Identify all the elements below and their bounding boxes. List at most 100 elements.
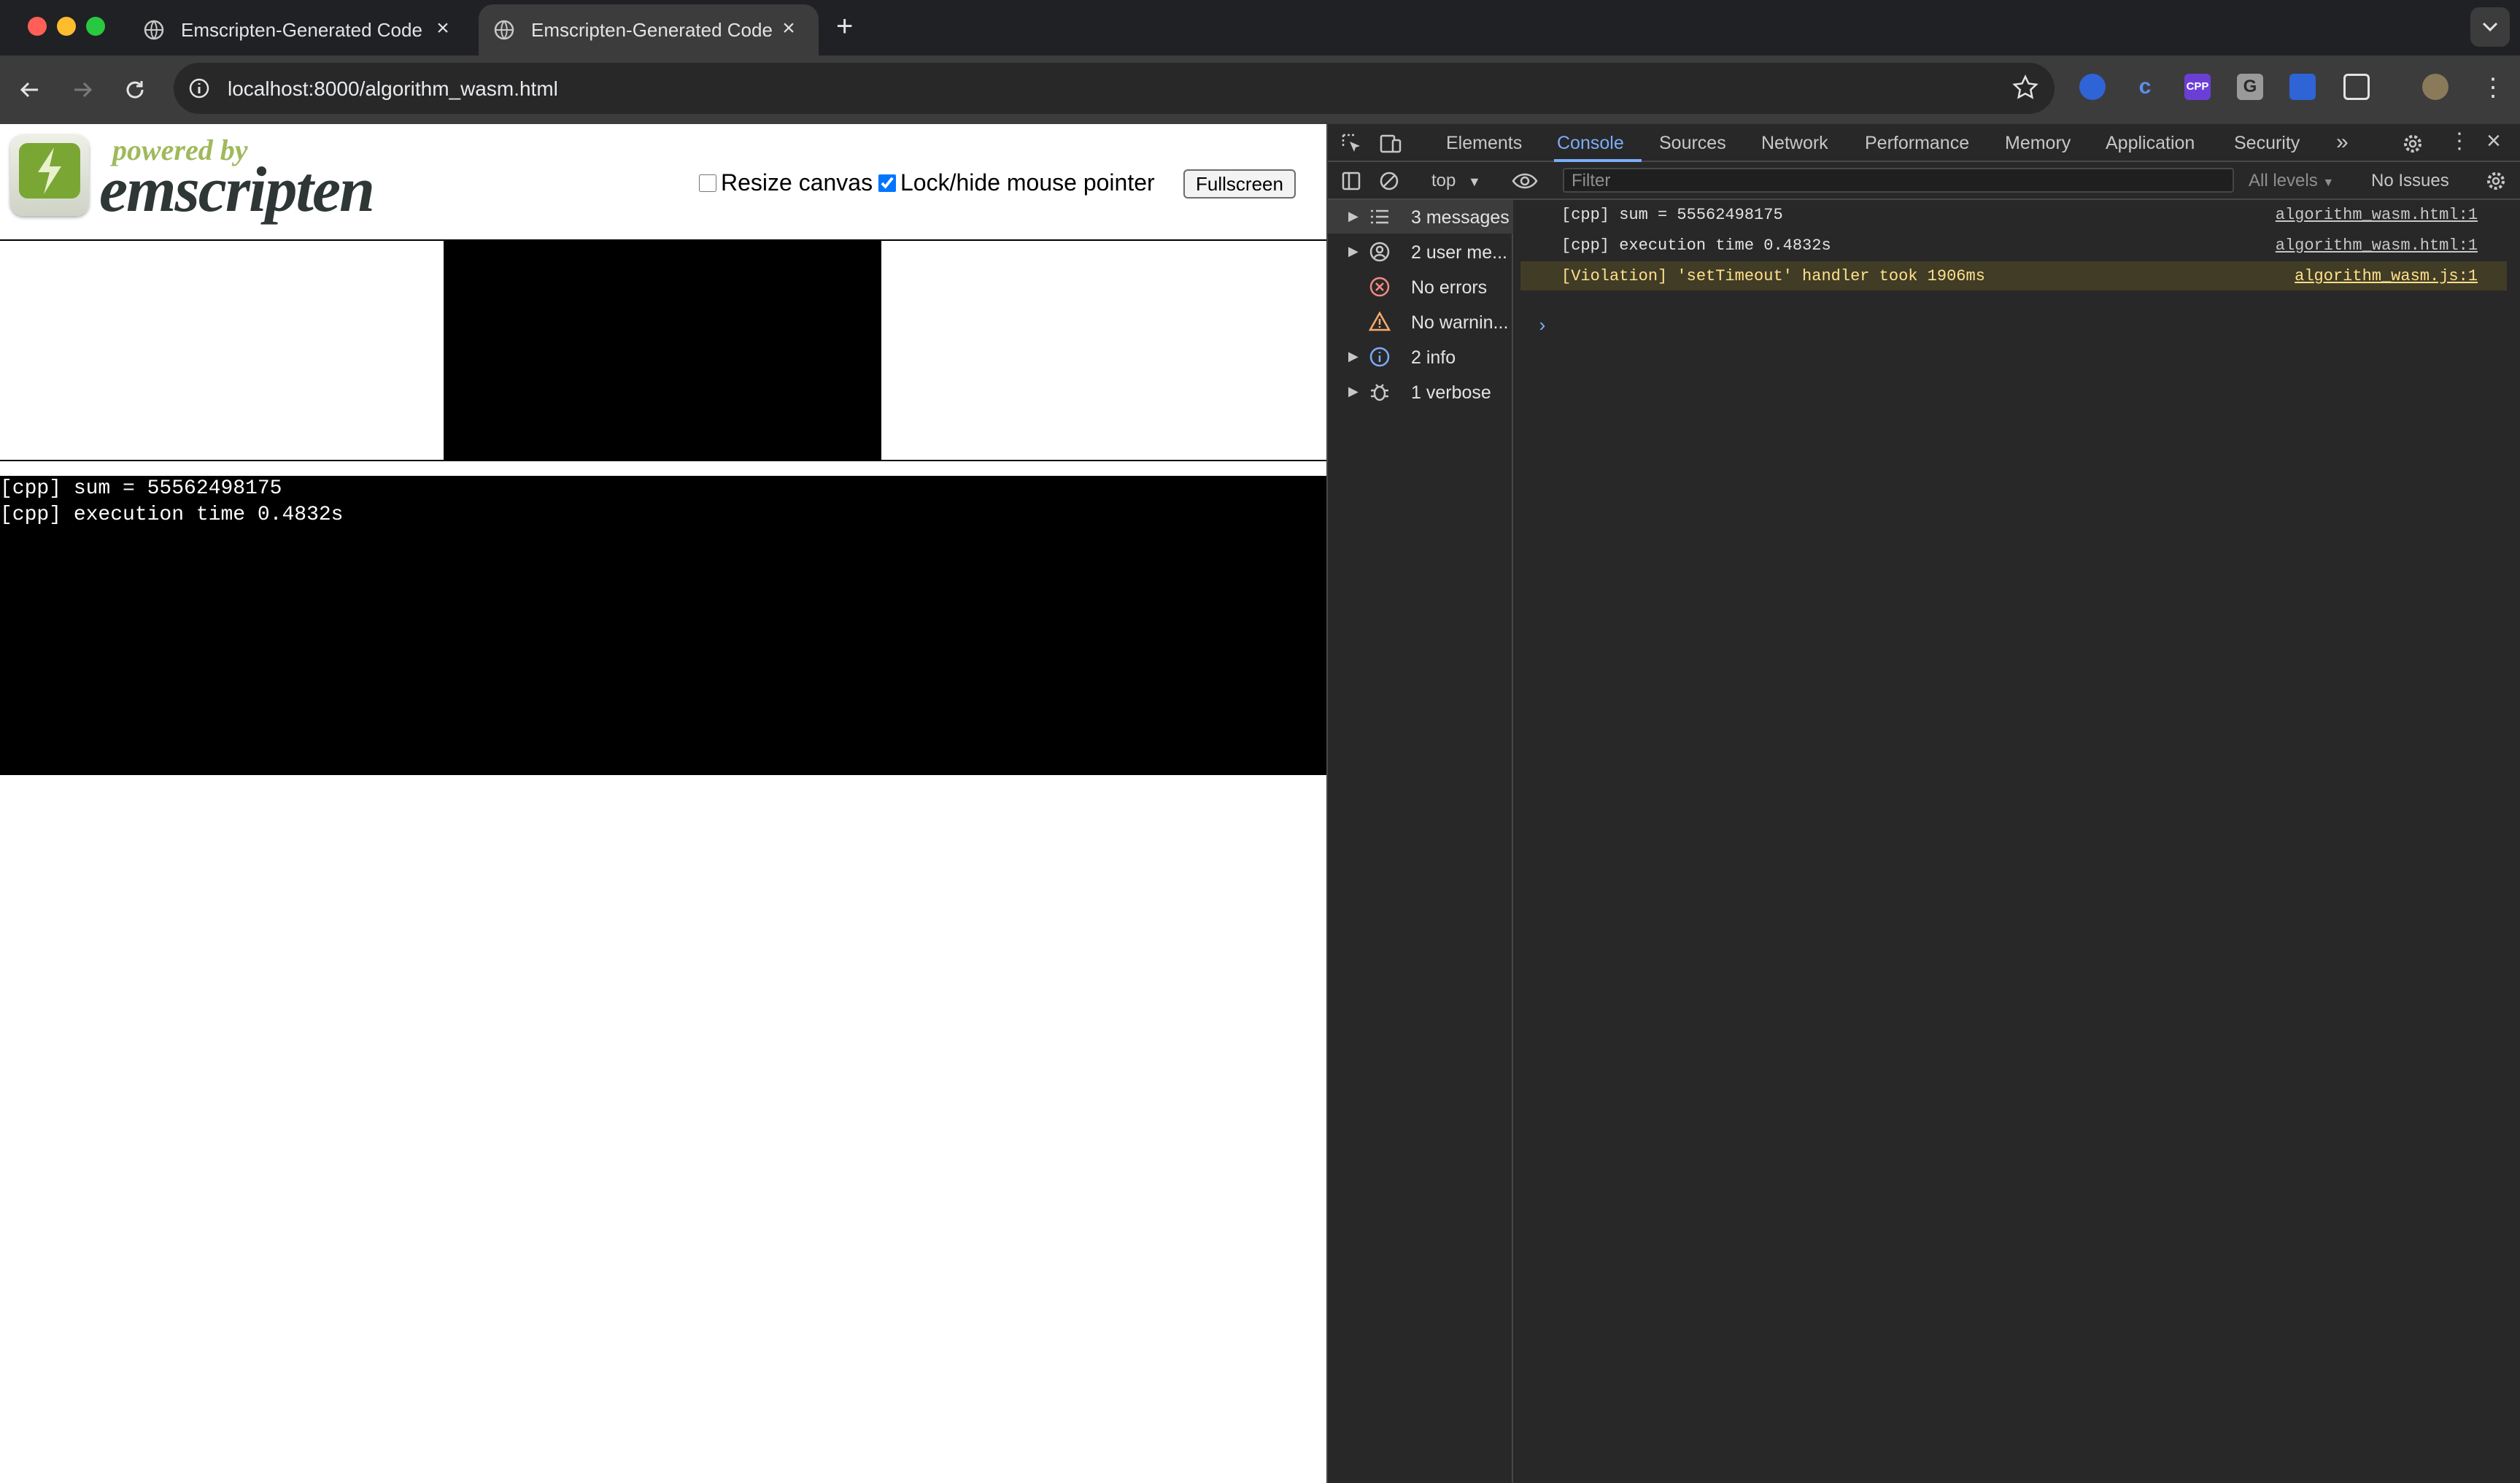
tab-sources[interactable]: Sources	[1659, 133, 1726, 154]
new-tab-button[interactable]: +	[836, 10, 853, 43]
globe-icon	[144, 20, 164, 40]
g-icon[interactable]: G	[2237, 74, 2263, 100]
resize-canvas-control[interactable]: Resize canvas	[699, 169, 873, 196]
warning-icon	[1369, 311, 1391, 331]
reload-icon	[126, 81, 144, 99]
console-sidebar: ▶ 3 messages ▶ 2 user me... No errors No…	[1328, 200, 1513, 1483]
maximize-window-button[interactable]	[86, 17, 105, 36]
minimize-window-button[interactable]	[57, 17, 76, 36]
devtools-tab-bar: Elements Console Sources Network Perform…	[1328, 124, 2520, 162]
message-source-link[interactable]: algorithm_wasm.html:1	[2276, 206, 2478, 224]
browser-tab-2[interactable]: Emscripten-Generated Code ×	[479, 4, 819, 55]
user-icon	[1369, 242, 1390, 262]
canvas-area	[0, 239, 1326, 461]
console-filter-input[interactable]: Filter	[1563, 168, 2234, 193]
cpp-icon[interactable]: CPP	[2184, 74, 2211, 100]
console-message: [cpp] execution time 0.4832s algorithm_w…	[1520, 231, 2507, 260]
sidebar-item-errors[interactable]: No errors	[1328, 270, 1513, 304]
lock-pointer-label: Lock/hide mouse pointer	[900, 169, 1155, 196]
console-messages: [cpp] sum = 55562498175 algorithm_wasm.h…	[1515, 200, 2520, 1483]
arrow-right-icon	[74, 82, 93, 98]
message-source-link[interactable]: algorithm_wasm.html:1	[2276, 236, 2478, 255]
tab-network[interactable]: Network	[1761, 133, 1828, 154]
output-line: [cpp] sum = 55562498175	[0, 477, 282, 500]
emscripten-canvas[interactable]	[444, 241, 881, 460]
error-icon	[1369, 277, 1390, 297]
more-tabs-icon[interactable]: »	[2336, 130, 2349, 155]
lock-pointer-control[interactable]: Lock/hide mouse pointer	[878, 169, 1155, 196]
globe-icon	[494, 20, 514, 40]
close-devtools-icon[interactable]: ×	[2486, 127, 2501, 155]
resize-canvas-checkbox[interactable]	[699, 174, 716, 192]
sidebar-item-label: 3 messages	[1411, 207, 1510, 228]
message-text: [cpp] sum = 55562498175	[1561, 206, 1783, 224]
devtools-panel: Elements Console Sources Network Perform…	[1326, 124, 2520, 1483]
tab-application[interactable]: Application	[2106, 133, 2195, 154]
message-source-link[interactable]: algorithm_wasm.js:1	[2295, 267, 2478, 285]
log-levels-dropdown[interactable]: All levels ▼	[2249, 171, 2334, 191]
output-textarea[interactable]: [cpp] sum = 55562498175 [cpp] execution t…	[0, 476, 1326, 775]
tab-elements[interactable]: Elements	[1446, 133, 1522, 154]
tab-title: Emscripten-Generated Code	[531, 18, 773, 41]
lock-pointer-checkbox[interactable]	[878, 174, 896, 192]
tab-memory[interactable]: Memory	[2005, 133, 2071, 154]
tab-security[interactable]: Security	[2234, 133, 2300, 154]
sidebar-item-messages[interactable]: ▶ 3 messages	[1328, 200, 1513, 234]
back-button[interactable]	[13, 73, 47, 107]
console-warning-message: [Violation] 'setTimeout' handler took 19…	[1520, 261, 2507, 290]
devtools-menu-icon[interactable]: ⋮	[2449, 128, 2470, 154]
web-page: powered by emscripten Resize canvas Lock…	[0, 124, 1326, 1483]
live-expression-eye-icon[interactable]	[1512, 171, 1538, 191]
context-selector[interactable]: top ▼	[1431, 171, 1481, 191]
copilot-icon[interactable]	[2079, 74, 2106, 100]
close-tab-icon[interactable]: ×	[778, 18, 800, 39]
site-info-icon[interactable]	[188, 77, 210, 99]
sidebar-item-info[interactable]: ▶ 2 info	[1328, 340, 1513, 374]
tab-search-button[interactable]	[2470, 7, 2510, 47]
tab-performance[interactable]: Performance	[1865, 133, 1969, 154]
console-prompt-chevron-icon[interactable]: ›	[1537, 315, 1548, 337]
browser-menu-icon[interactable]: ⋮	[2481, 73, 2505, 102]
tab-console[interactable]: Console	[1557, 133, 1624, 154]
context-label: top	[1431, 171, 1456, 190]
sidebar-item-verbose[interactable]: ▶ 1 verbose	[1328, 375, 1513, 409]
sidebar-item-label: 2 info	[1411, 347, 1456, 368]
arrow-left-icon	[20, 82, 38, 98]
dropdown-arrow-icon: ▼	[1468, 174, 1481, 189]
tab-strip: Emscripten-Generated Code × Emscripten-G…	[0, 0, 2520, 55]
expand-arrow-icon[interactable]: ▶	[1348, 349, 1358, 364]
sidebar-item-label: 2 user me...	[1411, 242, 1507, 263]
close-tab-icon[interactable]: ×	[432, 18, 454, 39]
console-toolbar: top ▼ Filter All levels ▼ No Issues	[1328, 162, 2520, 200]
console-message: [cpp] sum = 55562498175 algorithm_wasm.h…	[1520, 200, 2507, 229]
info-icon	[1369, 347, 1390, 367]
clear-console-icon[interactable]	[1379, 171, 1399, 191]
c-icon[interactable]: c	[2132, 74, 2158, 100]
browser-tab-1[interactable]: Emscripten-Generated Code ×	[128, 4, 473, 55]
reload-button[interactable]	[118, 73, 152, 107]
sidebar-item-warnings[interactable]: No warnin...	[1328, 305, 1513, 339]
expand-arrow-icon[interactable]: ▶	[1348, 209, 1358, 224]
sidebar-toggle-icon[interactable]	[1341, 171, 1361, 191]
close-window-button[interactable]	[28, 17, 47, 36]
issues-button[interactable]: No Issues	[2371, 171, 2449, 191]
expand-arrow-icon[interactable]: ▶	[1348, 384, 1358, 399]
inspect-element-icon[interactable]	[1341, 133, 1363, 155]
fullscreen-button[interactable]: Fullscreen	[1183, 169, 1296, 199]
bookmark-star-icon[interactable]	[2012, 74, 2038, 101]
emscripten-logo-icon	[10, 134, 89, 216]
log-levels-label: All levels	[2249, 171, 2318, 190]
console-settings-gear-icon[interactable]	[2485, 170, 2507, 192]
bug-icon	[1371, 384, 1388, 401]
sidebar-item-user-messages[interactable]: ▶ 2 user me...	[1328, 235, 1513, 269]
output-line: [cpp] execution time 0.4832s	[0, 504, 344, 526]
expand-arrow-icon[interactable]: ▶	[1348, 244, 1358, 259]
message-text: [cpp] execution time 0.4832s	[1561, 236, 1831, 255]
forward-button[interactable]	[66, 73, 99, 107]
message-text: [Violation] 'setTimeout' handler took 19…	[1561, 267, 1985, 285]
device-toolbar-icon[interactable]	[1379, 133, 1402, 155]
settings-gear-icon[interactable]	[2402, 133, 2424, 155]
puzzle-icon[interactable]	[2343, 74, 2370, 100]
reader-icon[interactable]	[2289, 74, 2316, 100]
avatar[interactable]	[2422, 74, 2449, 100]
